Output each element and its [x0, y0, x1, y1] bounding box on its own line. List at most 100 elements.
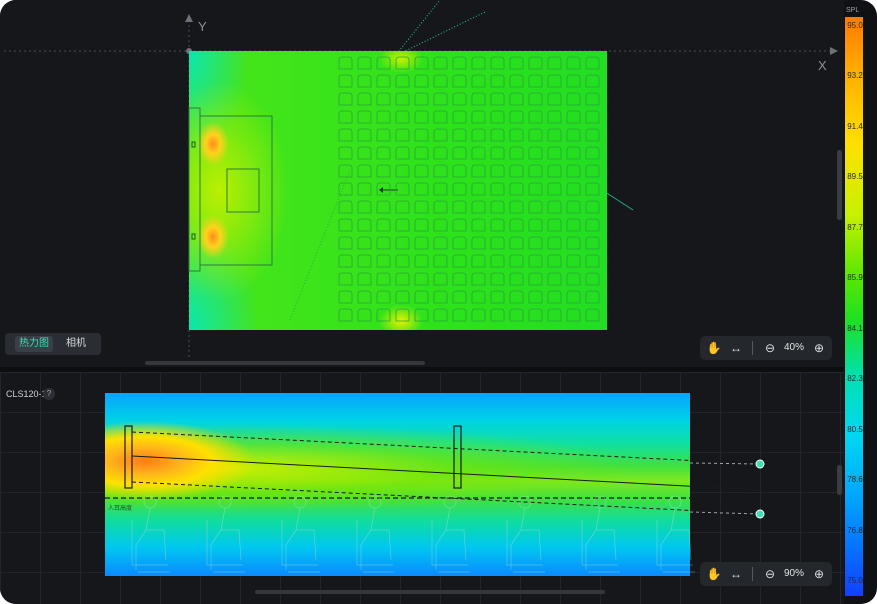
- seat-icon: [414, 254, 429, 268]
- seat-icon: [471, 254, 486, 268]
- seat-icon: [528, 92, 543, 106]
- seat-icon: [585, 182, 600, 196]
- seat-icon: [547, 182, 562, 196]
- seat-icon: [528, 218, 543, 232]
- seat-icon: [452, 272, 467, 286]
- seat-icon: [433, 182, 448, 196]
- seat-icon: [585, 128, 600, 142]
- seat-icon: [471, 146, 486, 160]
- seat-icon: [566, 182, 581, 196]
- seat-icon: [433, 146, 448, 160]
- seat-icon: [585, 92, 600, 106]
- legend-tick: 87.7: [847, 222, 863, 232]
- seat-icon: [566, 92, 581, 106]
- seat-icon: [509, 56, 524, 70]
- seat-icon: [338, 182, 353, 196]
- seat-icon: [585, 110, 600, 124]
- seat-icon: [395, 254, 410, 268]
- seat-icon: [395, 146, 410, 160]
- top-view-canvas[interactable]: Y X 热力图 相机 ✋ ↔ ⊖ 40% ⊕: [0, 0, 844, 367]
- seat-icon: [357, 272, 372, 286]
- seat-icon: [414, 128, 429, 142]
- zoom-in-icon[interactable]: ⊕: [811, 340, 827, 356]
- seat-icon: [547, 146, 562, 160]
- seat-icon: [414, 110, 429, 124]
- zoom-out-icon[interactable]: ⊖: [762, 340, 778, 356]
- seat-icon: [338, 272, 353, 286]
- seat-icon: [585, 164, 600, 178]
- seat-icon: [452, 146, 467, 160]
- seat-icon: [528, 308, 543, 322]
- zoom-out-icon[interactable]: ⊖: [762, 566, 778, 582]
- seat-icon: [357, 146, 372, 160]
- seat-icon: [338, 92, 353, 106]
- seat-icon: [585, 74, 600, 88]
- seat-icon: [433, 56, 448, 70]
- seat-icon: [357, 74, 372, 88]
- seat-icon: [452, 164, 467, 178]
- seat-icon: [528, 164, 543, 178]
- seat-icon: [471, 236, 486, 250]
- seat-icon: [566, 308, 581, 322]
- legend-tick: 76.8: [847, 525, 863, 535]
- legend-tick: 85.9: [847, 273, 863, 283]
- legend-tick: 91.4: [847, 121, 863, 131]
- seat-icon: [509, 128, 524, 142]
- seat-icon: [547, 128, 562, 142]
- seat-icon: [547, 236, 562, 250]
- seat-icon: [471, 218, 486, 232]
- seat-icon: [528, 56, 543, 70]
- seat-icon: [376, 164, 391, 178]
- side-heatmap: [105, 393, 690, 576]
- seat-icon: [490, 182, 505, 196]
- hand-icon[interactable]: ✋: [706, 340, 722, 356]
- seat-icon: [414, 74, 429, 88]
- seat-icon: [528, 128, 543, 142]
- seat-icon: [585, 254, 600, 268]
- seat-icon: [547, 272, 562, 286]
- seat-icon: [414, 164, 429, 178]
- seat-icon: [338, 110, 353, 124]
- seat-icon: [547, 290, 562, 304]
- hand-icon[interactable]: ✋: [706, 566, 722, 582]
- top-zoom-toolbar: ✋ ↔ ⊖ 40% ⊕: [700, 336, 832, 360]
- help-icon[interactable]: ?: [43, 388, 55, 400]
- fit-width-icon[interactable]: ↔: [728, 566, 744, 582]
- seat-icon: [566, 146, 581, 160]
- seat-icon: [566, 74, 581, 88]
- top-vertical-scrollbar[interactable]: [837, 150, 842, 220]
- seat-icon: [376, 110, 391, 124]
- seat-icon: [528, 110, 543, 124]
- tab-camera[interactable]: 相机: [57, 336, 95, 352]
- seat-icon: [471, 110, 486, 124]
- seat-icon: [357, 236, 372, 250]
- seat-icon: [547, 56, 562, 70]
- seat-icon: [490, 56, 505, 70]
- top-horizontal-scrollbar[interactable]: [145, 361, 425, 365]
- seat-icon: [357, 92, 372, 106]
- legend-tick: 82.3: [847, 374, 863, 384]
- seat-icon: [528, 236, 543, 250]
- seat-icon: [471, 182, 486, 196]
- seat-icon: [547, 92, 562, 106]
- seat-icon: [338, 254, 353, 268]
- seat-icon: [414, 92, 429, 106]
- tab-heatmap[interactable]: 热力图: [15, 336, 53, 352]
- side-horizontal-scrollbar[interactable]: [255, 590, 605, 594]
- seat-icon: [528, 146, 543, 160]
- seat-icon: [490, 92, 505, 106]
- fit-width-icon[interactable]: ↔: [728, 340, 744, 356]
- seat-icon: [471, 272, 486, 286]
- seat-icon: [509, 164, 524, 178]
- seat-icon: [528, 182, 543, 196]
- toolbar-divider: [752, 341, 753, 355]
- seat-icon: [395, 56, 410, 70]
- seat-icon: [490, 128, 505, 142]
- seat-icon: [490, 218, 505, 232]
- seat-icon: [585, 308, 600, 322]
- seat-icon: [414, 218, 429, 232]
- seat-icon: [471, 200, 486, 214]
- seat-icon: [509, 218, 524, 232]
- zoom-in-icon[interactable]: ⊕: [811, 566, 827, 582]
- side-vertical-scrollbar[interactable]: [837, 465, 842, 495]
